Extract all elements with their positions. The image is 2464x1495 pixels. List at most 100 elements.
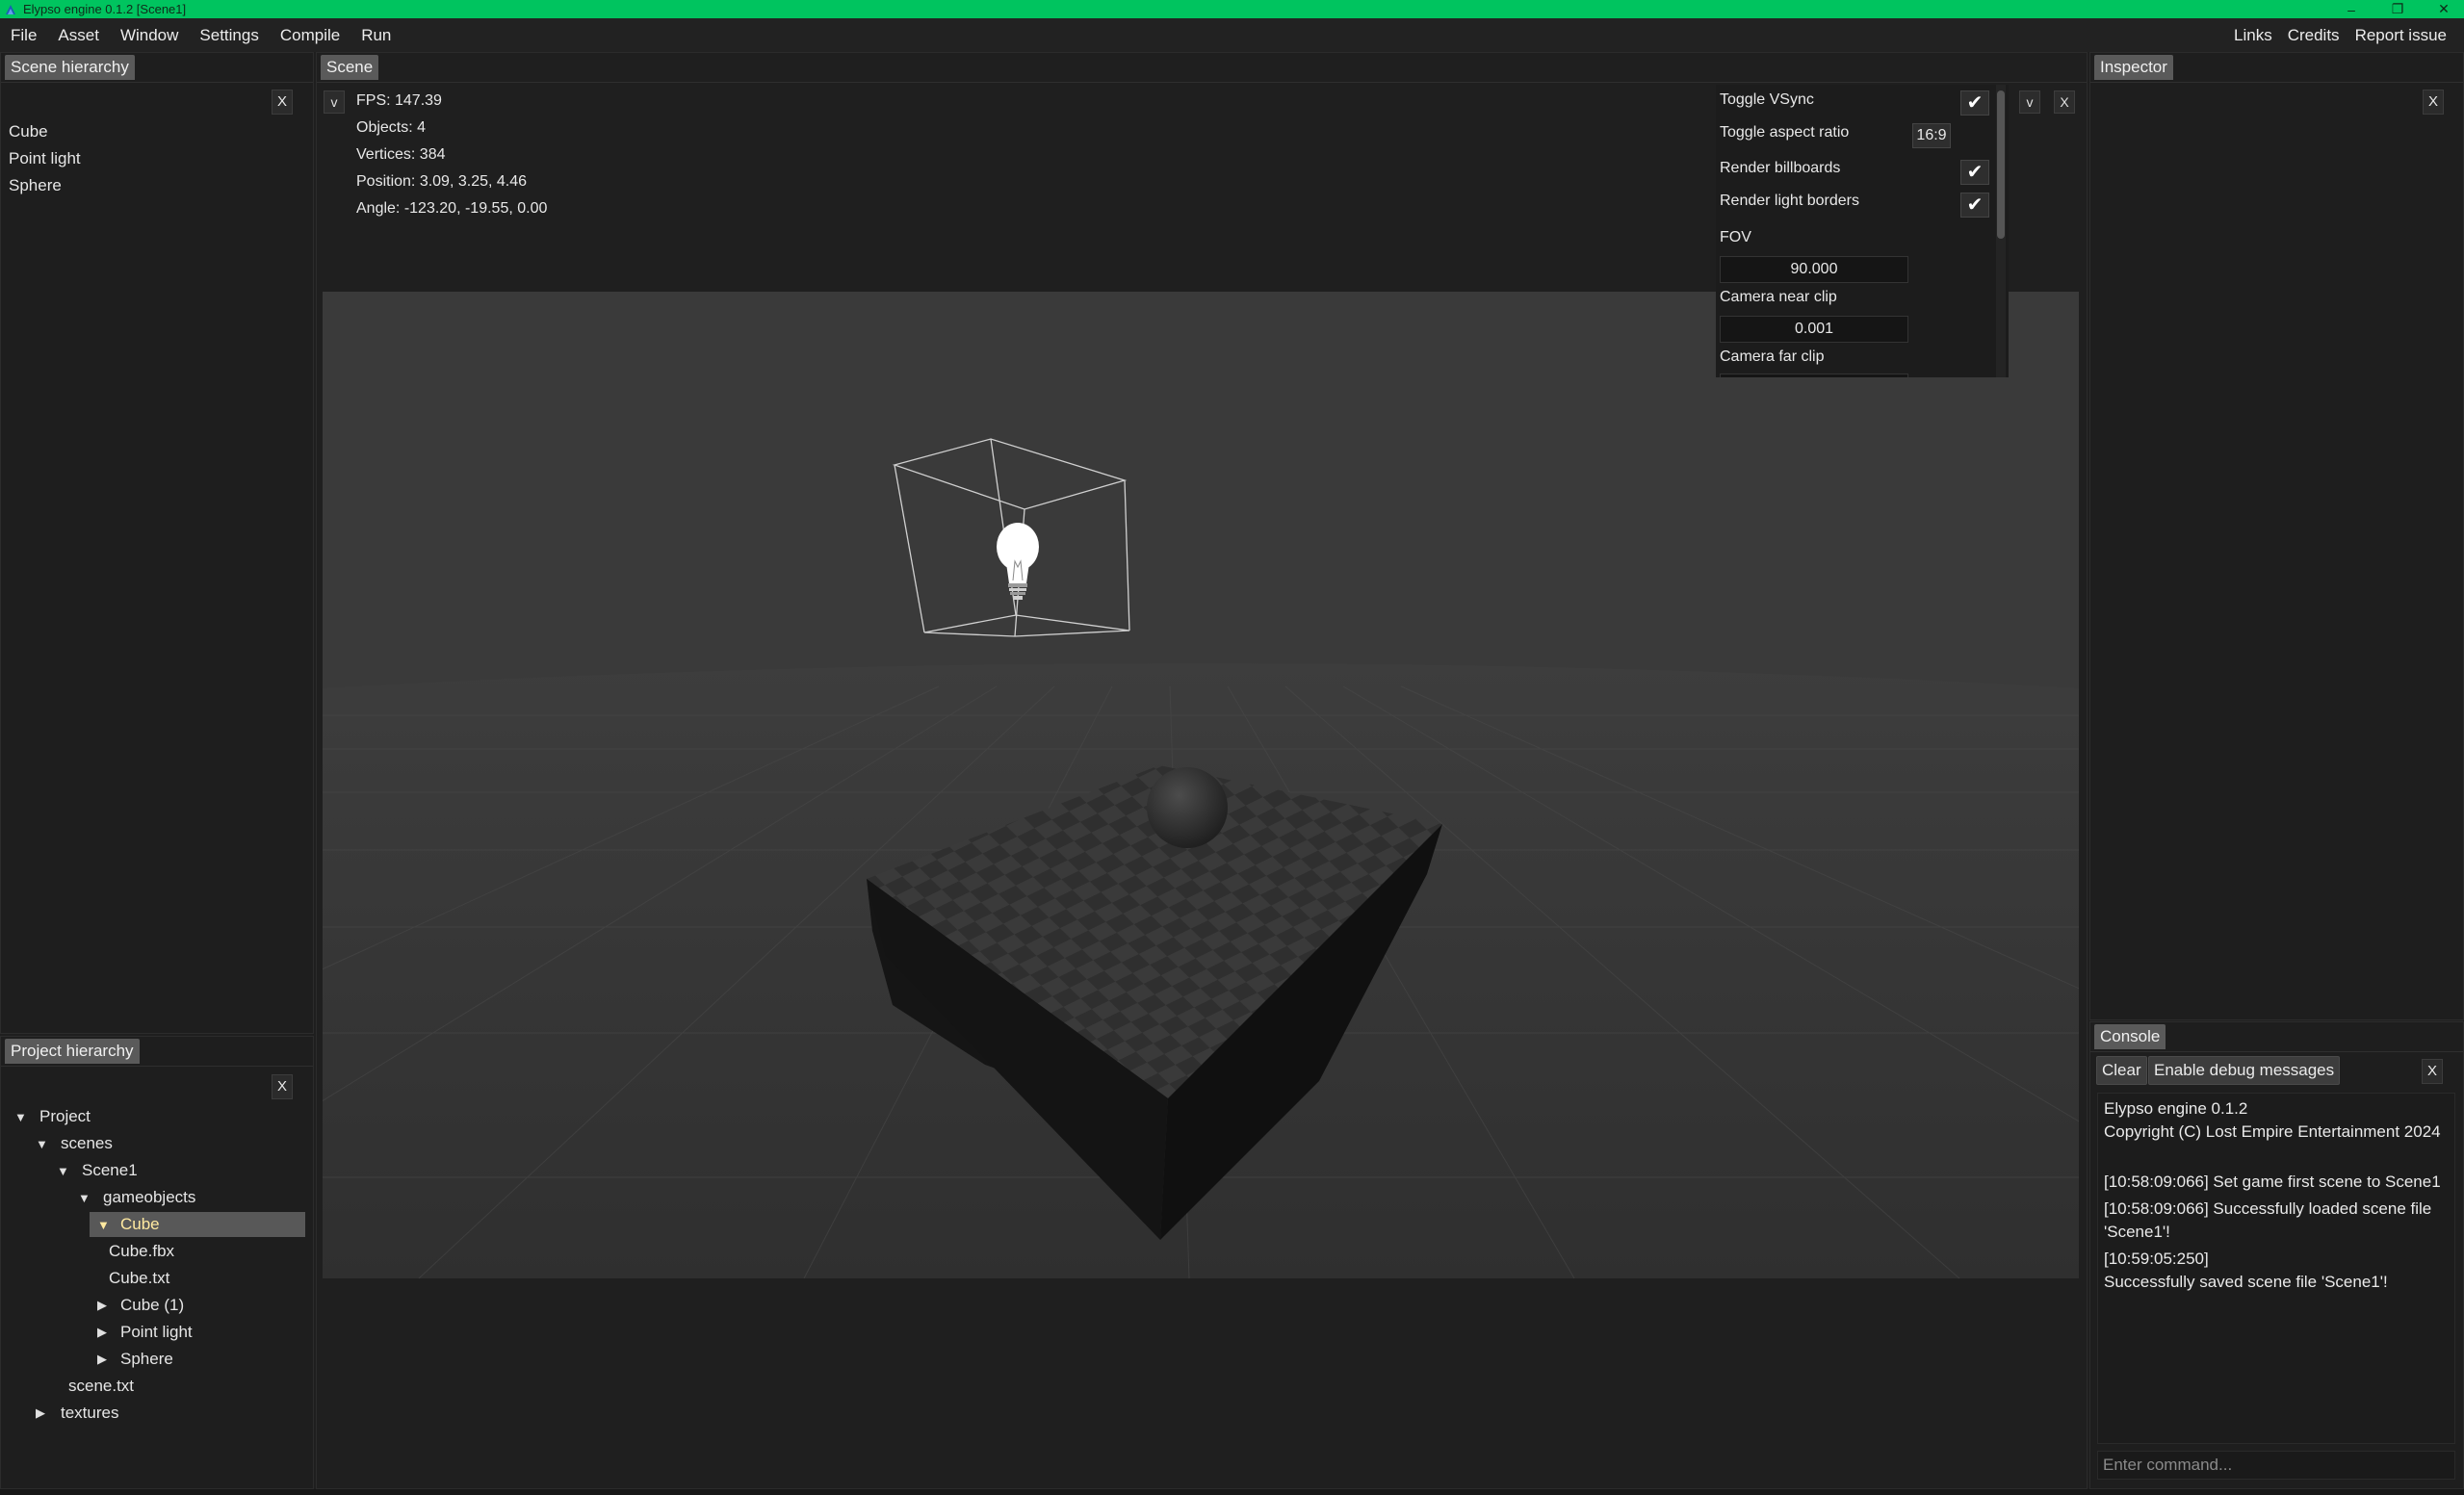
tree-label: Sphere [120, 1350, 173, 1368]
enable-debug-messages-button[interactable]: Enable debug messages [2148, 1056, 2341, 1085]
scene-tab[interactable]: Scene [321, 55, 379, 80]
far-clip-label: Camera far clip [1720, 348, 1825, 365]
log-line: 'Scene1'! [2104, 1223, 2170, 1241]
expand-arrow-icon[interactable]: ▶ [36, 1405, 53, 1421]
bottom-border [0, 1489, 2464, 1495]
window-title: Elypso engine 0.1.2 [Scene1] [23, 2, 187, 16]
far-clip-input[interactable] [1720, 374, 1908, 377]
log-line: [10:58:09:066] Successfully loaded scene… [2104, 1199, 2432, 1218]
tree-item-scene1[interactable]: ▼ Scene1 [57, 1158, 138, 1183]
menu-links[interactable]: Links [2226, 18, 2280, 52]
scene-item-point-light[interactable]: Point light [9, 149, 81, 168]
tree-label: Cube.fbx [109, 1242, 175, 1260]
tree-item-scene-txt[interactable]: scene.txt [68, 1374, 134, 1399]
console-command-input[interactable] [2097, 1451, 2455, 1480]
tree-item-cube-fbx[interactable]: Cube.fbx [109, 1239, 174, 1264]
inspector-header: Inspector [2090, 53, 2463, 83]
log-line: Copyright (C) Lost Empire Entertainment … [2104, 1122, 2441, 1141]
tree-item-project[interactable]: ▼ Project [14, 1104, 91, 1129]
inspector-tab[interactable]: Inspector [2094, 55, 2173, 80]
fov-input[interactable]: 90.000 [1720, 256, 1908, 283]
tree-item-scenes[interactable]: ▼ scenes [36, 1131, 113, 1156]
sphere-object [1147, 767, 1228, 848]
settings-collapse-button[interactable]: v [2019, 90, 2040, 114]
app-logo-icon [6, 4, 15, 14]
tree-label: Cube.txt [109, 1269, 170, 1287]
scene-viewport[interactable] [323, 292, 2079, 1278]
render-billboards-checkbox[interactable]: ✔ [1960, 160, 1989, 185]
menu-asset[interactable]: Asset [47, 18, 110, 52]
menu-settings[interactable]: Settings [189, 18, 269, 52]
aspect-ratio-button[interactable]: 16:9 [1912, 123, 1951, 148]
console-clear-button[interactable]: Clear [2096, 1056, 2147, 1085]
scene-item-cube[interactable]: Cube [9, 122, 48, 142]
project-hierarchy-panel: Project hierarchy X ▼ Project ▼ scenes ▼… [0, 1036, 314, 1489]
stats-collapse-button[interactable]: v [324, 90, 345, 114]
console-header: Console [2090, 1022, 2463, 1052]
console-log[interactable]: Elypso engine 0.1.2 Copyright (C) Lost E… [2097, 1093, 2455, 1444]
tree-item-cube-txt[interactable]: Cube.txt [109, 1266, 169, 1291]
expand-arrow-icon[interactable]: ▶ [97, 1352, 115, 1367]
project-hierarchy-header: Project hierarchy [1, 1037, 313, 1067]
scene-hierarchy-tab[interactable]: Scene hierarchy [5, 55, 135, 80]
tree-item-gameobjects[interactable]: ▼ gameobjects [78, 1185, 195, 1210]
scene-hierarchy-panel: Scene hierarchy X Cube Point light Spher… [0, 52, 314, 1034]
close-window-icon[interactable]: ✕ [2433, 1, 2454, 17]
tree-label: Scene1 [82, 1161, 138, 1179]
console-tab[interactable]: Console [2094, 1024, 2166, 1049]
expand-arrow-icon[interactable]: ▼ [78, 1191, 95, 1205]
log-line: [10:59:05:250] [2104, 1250, 2209, 1268]
tree-item-cube-selected[interactable]: ▼ Cube [90, 1212, 305, 1237]
menu-file[interactable]: File [0, 18, 47, 52]
console-close-button[interactable]: X [2422, 1059, 2443, 1084]
tree-item-textures[interactable]: ▶ textures [36, 1401, 118, 1426]
render-light-borders-checkbox[interactable]: ✔ [1960, 193, 1989, 218]
tree-label: Point light [120, 1323, 193, 1341]
aspect-ratio-label: Toggle aspect ratio [1720, 124, 1850, 141]
render-billboards-label: Render billboards [1720, 160, 1841, 176]
menu-report-issue[interactable]: Report issue [2347, 18, 2454, 52]
project-hierarchy-close-button[interactable]: X [272, 1074, 293, 1099]
menu-bar: File Asset Window Settings Compile Run L… [0, 18, 2464, 52]
minimize-icon[interactable]: – [2341, 2, 2362, 17]
expand-arrow-icon[interactable]: ▶ [97, 1298, 115, 1313]
log-line: Elypso engine 0.1.2 [2104, 1099, 2248, 1118]
scene-item-sphere[interactable]: Sphere [9, 176, 62, 195]
settings-close-button[interactable]: X [2054, 90, 2075, 114]
expand-arrow-icon[interactable]: ▼ [14, 1110, 32, 1124]
project-hierarchy-tab[interactable]: Project hierarchy [5, 1039, 140, 1064]
menu-window[interactable]: Window [110, 18, 189, 52]
log-line: Successfully saved scene file 'Scene1'! [2104, 1273, 2388, 1291]
position-readout: Position: 3.09, 3.25, 4.46 [356, 173, 528, 190]
tree-item-sphere[interactable]: ▶ Sphere [97, 1347, 173, 1372]
menu-credits[interactable]: Credits [2280, 18, 2347, 52]
near-clip-input[interactable]: 0.001 [1720, 316, 1908, 343]
inspector-close-button[interactable]: X [2423, 90, 2444, 115]
expand-arrow-icon[interactable]: ▼ [97, 1218, 115, 1232]
expand-arrow-icon[interactable]: ▼ [36, 1137, 53, 1151]
objects-readout: Objects: 4 [356, 119, 427, 136]
tree-label: gameobjects [103, 1188, 196, 1206]
tree-label: Cube [120, 1215, 160, 1233]
scene-header: Scene [317, 53, 2087, 83]
tree-item-cube-1[interactable]: ▶ Cube (1) [97, 1293, 184, 1318]
tree-item-point-light[interactable]: ▶ Point light [97, 1320, 193, 1345]
tree-label: Cube (1) [120, 1296, 185, 1314]
menu-run[interactable]: Run [350, 18, 402, 52]
scene-hierarchy-header: Scene hierarchy [1, 53, 313, 83]
vsync-checkbox[interactable]: ✔ [1960, 90, 1989, 116]
scene-render [323, 292, 2079, 1278]
settings-scrollbar[interactable] [1997, 90, 2005, 239]
tree-label: scene.txt [68, 1377, 135, 1395]
restore-icon[interactable]: ❐ [2387, 1, 2408, 17]
near-clip-label: Camera near clip [1720, 289, 1837, 305]
inspector-panel: Inspector X [2089, 52, 2464, 1020]
tree-label: scenes [61, 1134, 113, 1152]
fov-label: FOV [1720, 229, 1751, 245]
expand-arrow-icon[interactable]: ▼ [57, 1164, 74, 1178]
menu-compile[interactable]: Compile [270, 18, 350, 52]
title-bar: Elypso engine 0.1.2 [Scene1] – ❐ ✕ [0, 0, 2464, 18]
tree-label: Project [39, 1107, 91, 1125]
scene-hierarchy-close-button[interactable]: X [272, 90, 293, 115]
expand-arrow-icon[interactable]: ▶ [97, 1325, 115, 1340]
